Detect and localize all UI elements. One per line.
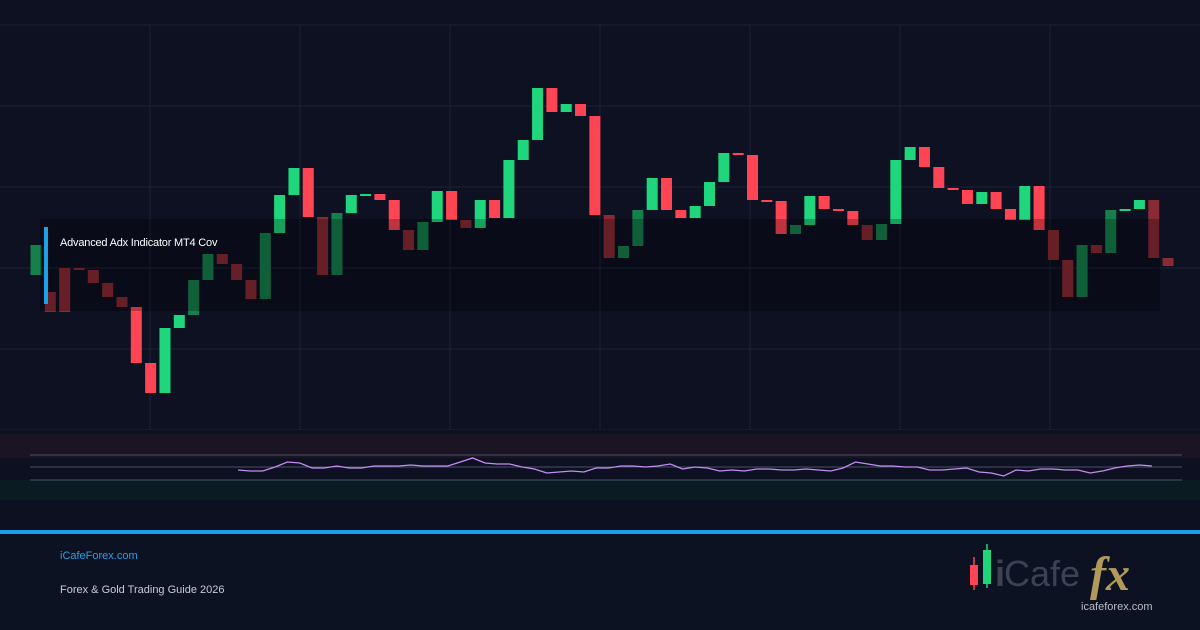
bullish-candle [704,182,716,206]
bearish-candle [675,210,687,218]
bullish-candle [718,153,730,182]
candle-body [589,116,601,215]
bullish-candle [532,88,544,140]
bearish-candle [130,307,142,363]
bullish-candle [288,168,300,195]
candle-body [1133,200,1145,209]
bearish-candle [302,168,314,217]
bullish-candle [173,315,185,328]
candle-body [904,147,916,160]
bearish-candle [832,209,844,211]
candle-body [560,104,572,112]
bearish-candle [961,190,973,204]
bullish-candle [1119,209,1131,211]
bearish-candle [933,167,945,188]
logo-cafe: Cafe [1004,553,1080,594]
candle-body [145,363,157,393]
candle-body [976,192,988,204]
bearish-candle [145,363,157,393]
footer-accent-line [0,530,1200,534]
logo-fx: fx [1090,548,1130,601]
candle-body [732,153,744,155]
title-accent-bar [44,227,48,304]
bearish-candle [575,104,587,116]
candle-body [302,168,314,217]
bullish-candle [646,178,658,210]
candle-body [288,168,300,195]
bullish-candle [1133,200,1145,209]
candle-body [517,140,529,160]
candle-body [446,191,458,220]
bullish-candle [904,147,916,160]
candle-body [704,182,716,206]
oscillator-background [0,458,1200,480]
candle-body [130,307,142,363]
candle-body [489,200,501,218]
candle-body [761,200,773,202]
site-url-link[interactable]: iCafeForex.com [60,550,138,562]
guide-title: Forex & Gold Trading Guide 2026 [60,584,225,596]
candle-body [832,209,844,211]
candle-body [818,196,830,209]
bearish-candle [589,116,601,215]
candle-body [374,194,386,200]
candle-body [1019,186,1031,220]
candle-body [532,88,544,140]
bearish-candle [374,194,386,200]
oscillator-bottom-band [0,480,1200,500]
candle-body [661,178,673,210]
bullish-candle [890,160,902,224]
oscillator-panel [0,434,1200,500]
candle-body [546,88,558,112]
bearish-candle [732,153,744,155]
candle-body [159,328,171,393]
oscillator-top-band [0,434,1200,458]
bearish-candle [489,200,501,218]
bullish-candle [689,206,701,218]
candle-body [360,194,372,196]
candle-body [575,104,587,116]
bearish-candle [546,88,558,112]
bullish-candle [517,140,529,160]
bullish-candle [159,328,171,393]
candle-body [990,192,1002,209]
candle-body [689,206,701,218]
bullish-candle [976,192,988,204]
candle-body [503,160,515,218]
candle-body [646,178,658,210]
bullish-candle [431,191,443,222]
candle-body [173,315,185,328]
bullish-candle [360,194,372,196]
candle-body [345,195,357,213]
bearish-candle [947,188,959,190]
candle-body [890,160,902,224]
bullish-candle [503,160,515,218]
chart-title: Advanced Adx Indicator MT4 Cov [60,237,218,249]
candle-body [961,190,973,204]
bullish-candle [1019,186,1031,220]
price-chart [0,0,1200,430]
logo-domain: icafeforex.com [1081,601,1153,613]
candle-body [675,210,687,218]
bearish-candle [661,178,673,210]
candle-body [918,147,930,167]
bullish-candle [345,195,357,213]
title-band [40,219,1160,311]
candle-body [1162,258,1174,266]
bearish-candle [918,147,930,167]
bullish-candle [560,104,572,112]
candle-body [933,167,945,188]
bearish-candle [990,192,1002,209]
bearish-candle [1162,258,1174,266]
candle-icon [970,544,991,590]
bearish-candle [446,191,458,220]
candle-body [947,188,959,190]
candle-body [431,191,443,222]
candle-body [747,155,758,200]
bearish-candle [761,200,773,202]
candle-body [1119,209,1131,211]
bearish-candle [818,196,830,209]
bearish-candle [747,155,758,200]
candle-body [718,153,730,182]
